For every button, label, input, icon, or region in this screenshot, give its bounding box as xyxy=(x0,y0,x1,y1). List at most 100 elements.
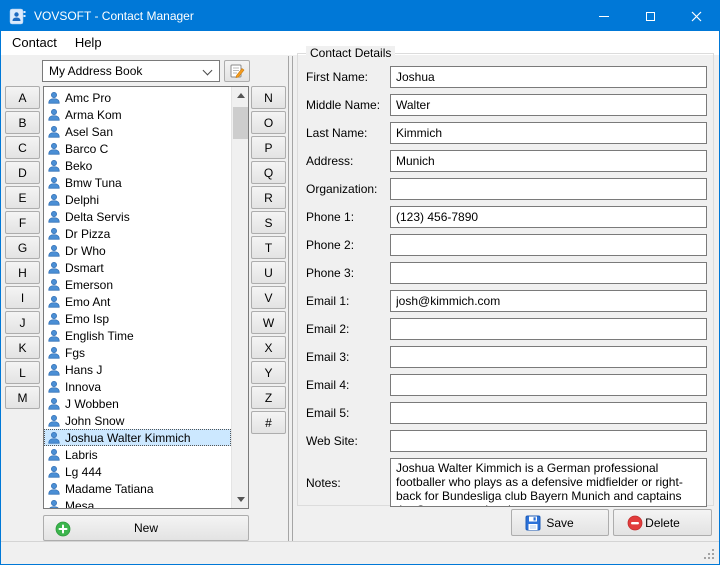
minimize-button[interactable] xyxy=(581,1,627,31)
field-input[interactable] xyxy=(390,402,707,424)
notes-input[interactable] xyxy=(390,458,707,507)
scrollbar-thumb[interactable] xyxy=(233,107,248,139)
alphabet-button[interactable]: C xyxy=(5,136,40,159)
contact-name: Hans J xyxy=(65,363,102,377)
alphabet-button[interactable]: Y xyxy=(251,361,286,384)
new-contact-button[interactable]: New xyxy=(43,515,249,541)
field-input[interactable] xyxy=(390,262,707,284)
contact-list[interactable]: Amc Pro Arma Kom Asel San xyxy=(43,86,249,509)
contact-name: Innova xyxy=(65,380,101,394)
field-input[interactable] xyxy=(390,94,707,116)
contact-list-item[interactable]: Emo Isp xyxy=(44,310,231,327)
contact-name: Dsmart xyxy=(65,261,104,275)
person-icon xyxy=(47,380,61,394)
window-controls xyxy=(581,1,719,31)
contact-name: Mesa xyxy=(65,499,94,509)
contact-list-item[interactable]: Fgs xyxy=(44,344,231,361)
alphabet-button[interactable]: L xyxy=(5,361,40,384)
person-icon xyxy=(47,159,61,173)
alphabet-button[interactable]: I xyxy=(5,286,40,309)
alphabet-button[interactable]: H xyxy=(5,261,40,284)
field-label: First Name: xyxy=(306,70,390,84)
alphabet-button[interactable]: A xyxy=(5,86,40,109)
alphabet-button[interactable]: E xyxy=(5,186,40,209)
contact-list-item[interactable]: Mesa xyxy=(44,497,231,508)
panel-splitter[interactable] xyxy=(288,56,293,541)
field-input[interactable] xyxy=(390,150,707,172)
resize-grip-icon[interactable] xyxy=(712,557,714,559)
detail-field-row: Phone 1: xyxy=(306,206,707,228)
contact-name: Emerson xyxy=(65,278,113,292)
alphabet-button[interactable]: O xyxy=(251,111,286,134)
alphabet-button[interactable]: W xyxy=(251,311,286,334)
alphabet-button[interactable]: J xyxy=(5,311,40,334)
field-input[interactable] xyxy=(390,290,707,312)
field-input[interactable] xyxy=(390,206,707,228)
alphabet-button[interactable]: T xyxy=(251,236,286,259)
field-label: Web Site: xyxy=(306,434,390,448)
scroll-down-button[interactable] xyxy=(232,491,249,508)
delete-button[interactable]: Delete xyxy=(613,509,712,536)
contact-list-item[interactable]: Dsmart xyxy=(44,259,231,276)
alphabet-button[interactable]: M xyxy=(5,386,40,409)
contact-list-item[interactable]: Dr Who xyxy=(44,242,231,259)
alphabet-button[interactable]: X xyxy=(251,336,286,359)
alphabet-button[interactable]: D xyxy=(5,161,40,184)
field-input[interactable] xyxy=(390,122,707,144)
alphabet-button[interactable]: F xyxy=(5,211,40,234)
contact-list-item[interactable]: Emo Ant xyxy=(44,293,231,310)
address-book-dropdown[interactable]: My Address Book xyxy=(42,60,220,82)
contact-list-item[interactable]: Hans J xyxy=(44,361,231,378)
alphabet-button[interactable]: B xyxy=(5,111,40,134)
close-button[interactable] xyxy=(673,1,719,31)
contact-list-item[interactable]: Barco C xyxy=(44,140,231,157)
alphabet-button[interactable]: # xyxy=(251,411,286,434)
edit-address-book-button[interactable] xyxy=(224,60,250,82)
alphabet-button[interactable]: K xyxy=(5,336,40,359)
contact-list-item[interactable]: Delta Servis xyxy=(44,208,231,225)
field-input[interactable] xyxy=(390,318,707,340)
person-icon xyxy=(47,176,61,190)
contact-list-item[interactable]: Madame Tatiana xyxy=(44,480,231,497)
alphabet-button[interactable]: U xyxy=(251,261,286,284)
contact-list-item[interactable]: Amc Pro xyxy=(44,89,231,106)
person-icon xyxy=(47,295,61,309)
menu-item[interactable]: Contact xyxy=(3,31,66,55)
field-input[interactable] xyxy=(390,374,707,396)
alphabet-button[interactable]: S xyxy=(251,211,286,234)
alphabet-button[interactable]: P xyxy=(251,136,286,159)
contact-list-item[interactable]: Labris xyxy=(44,446,231,463)
contact-list-item[interactable]: Bmw Tuna xyxy=(44,174,231,191)
list-scrollbar[interactable] xyxy=(231,87,248,508)
contact-list-item[interactable]: Lg 444 xyxy=(44,463,231,480)
save-button[interactable]: Save xyxy=(511,509,609,536)
field-input[interactable] xyxy=(390,234,707,256)
contact-list-item[interactable]: John Snow xyxy=(44,412,231,429)
maximize-button[interactable] xyxy=(627,1,673,31)
alphabet-button[interactable]: G xyxy=(5,236,40,259)
contact-list-item[interactable]: English Time xyxy=(44,327,231,344)
alphabet-button[interactable]: Z xyxy=(251,386,286,409)
contact-list-item[interactable]: Delphi xyxy=(44,191,231,208)
menu-item[interactable]: Help xyxy=(66,31,111,55)
detail-field-row: Last Name: xyxy=(306,122,707,144)
contact-list-item[interactable]: J Wobben xyxy=(44,395,231,412)
contact-name: Beko xyxy=(65,159,92,173)
contact-list-item[interactable]: Dr Pizza xyxy=(44,225,231,242)
field-input[interactable] xyxy=(390,178,707,200)
field-input[interactable] xyxy=(390,346,707,368)
field-input[interactable] xyxy=(390,430,707,452)
contact-list-item[interactable]: Innova xyxy=(44,378,231,395)
alphabet-button[interactable]: R xyxy=(251,186,286,209)
contact-list-item[interactable]: Joshua Walter Kimmich xyxy=(44,429,231,446)
scroll-up-button[interactable] xyxy=(232,87,249,104)
alphabet-button[interactable]: Q xyxy=(251,161,286,184)
contact-list-item[interactable]: Asel San xyxy=(44,123,231,140)
contact-list-item[interactable]: Beko xyxy=(44,157,231,174)
contact-list-item[interactable]: Emerson xyxy=(44,276,231,293)
field-input[interactable] xyxy=(390,66,707,88)
contact-list-item[interactable]: Arma Kom xyxy=(44,106,231,123)
person-icon xyxy=(47,329,61,343)
alphabet-button[interactable]: N xyxy=(251,86,286,109)
alphabet-button[interactable]: V xyxy=(251,286,286,309)
